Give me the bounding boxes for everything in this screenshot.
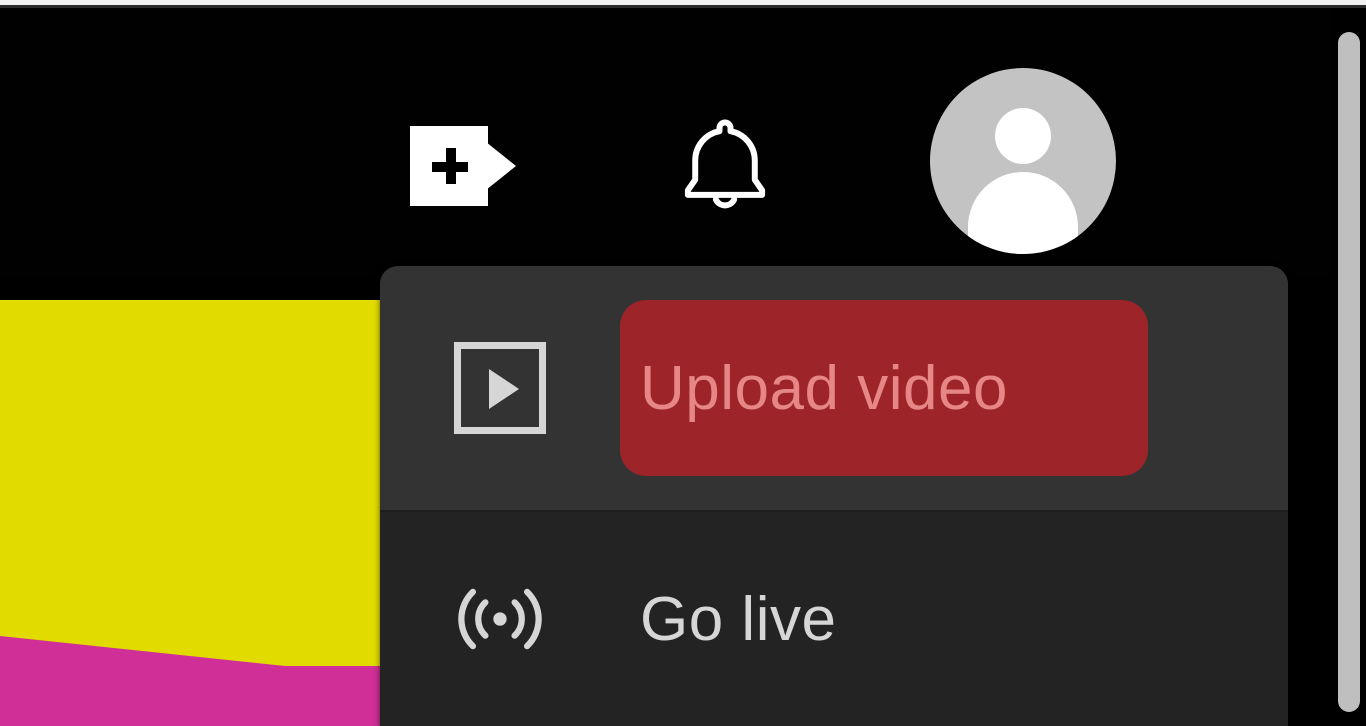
broadcast-icon <box>450 574 550 664</box>
create-button[interactable] <box>390 106 540 226</box>
account-avatar-button[interactable] <box>930 68 1116 254</box>
page-background-band <box>0 300 380 726</box>
play-square-icon <box>450 342 550 434</box>
menu-item-label: Go live <box>640 584 836 655</box>
menu-item-go-live[interactable]: Go live <box>380 510 1288 726</box>
header-actions <box>0 16 1330 286</box>
page-background-band-lower <box>0 666 380 726</box>
video-plus-icon <box>410 126 520 206</box>
scrollbar-thumb[interactable] <box>1338 32 1360 712</box>
bell-icon <box>670 106 780 226</box>
avatar <box>930 68 1116 254</box>
create-dropdown-menu: Upload video Go live <box>380 266 1288 726</box>
menu-item-label: Upload video <box>640 353 1008 424</box>
notifications-button[interactable] <box>640 96 810 236</box>
top-bar <box>0 8 1330 278</box>
window-top-edge <box>0 0 1366 8</box>
menu-item-upload-video[interactable]: Upload video <box>380 266 1288 510</box>
vertical-scrollbar[interactable] <box>1330 8 1366 726</box>
